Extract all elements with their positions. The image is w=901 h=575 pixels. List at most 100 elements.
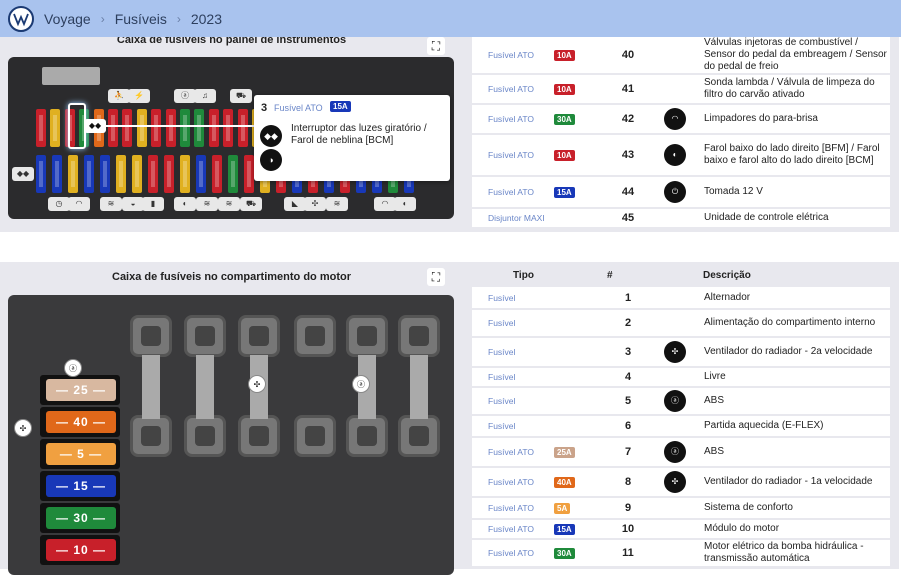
person-icon: ⛹ <box>108 89 130 103</box>
maxi-fuse[interactable]: — 25 — <box>46 379 116 401</box>
fuse-row[interactable]: Fusível ATO 10A 43 ◐ Farol baixo do lado dir… <box>472 134 890 177</box>
breadcrumb-section[interactable]: Fusíveis <box>115 11 167 27</box>
amp-cell: 15A <box>552 519 608 540</box>
light-switch-icon: ◆◆ <box>12 167 34 181</box>
fuse[interactable] <box>122 109 133 147</box>
fuse-row[interactable]: Fusível 4 Livre <box>472 367 890 388</box>
expand-icon[interactable]: ⛶ <box>427 37 445 55</box>
fuse-type: Fusível <box>472 337 552 368</box>
abs-icon: ⓐ <box>64 359 82 377</box>
wiper-icon: ◠ <box>68 197 90 211</box>
icon-cell: ⓐ <box>648 437 702 468</box>
maxi-fuse[interactable]: — 40 — <box>46 411 116 433</box>
fuse[interactable] <box>148 155 158 193</box>
fuse-row[interactable]: Fusível 3 ✣ Ventilador do radiador - 2a vel… <box>472 337 890 368</box>
fuse-type: Fusível ATO <box>472 134 552 177</box>
fuse[interactable] <box>68 155 78 193</box>
fuse[interactable] <box>164 155 174 193</box>
fuse-description: Ventilador do radiador - 1a velocidade <box>702 467 890 498</box>
fuse[interactable] <box>212 155 222 193</box>
maxi-fuse[interactable]: — 5 — <box>46 443 116 465</box>
maxi-fuse[interactable]: — 10 — <box>46 539 116 561</box>
fuse[interactable] <box>237 109 248 147</box>
expand-icon[interactable]: ⛶ <box>427 268 445 286</box>
amp-badge: 30A <box>554 547 575 559</box>
bolt-stud <box>346 315 388 357</box>
column-header-description: Descrição <box>703 270 751 281</box>
fuse-row[interactable]: Fusível ATO 40A 8 ✣ Ventilador do radiador -… <box>472 467 890 498</box>
fuse-row[interactable]: Fusível 6 Partida aquecida (E-FLEX) <box>472 415 890 438</box>
fuse[interactable] <box>116 155 126 193</box>
engine-fuse-table: Fusível 1 Alternador Fusível 2 Alimentação do… <box>472 287 890 568</box>
icon-cell <box>648 208 702 229</box>
light-switch-icon: ◆◆ <box>260 125 282 147</box>
fuse[interactable] <box>244 155 254 193</box>
fuse-row[interactable]: Fusível ATO 30A 42 ◠ Limpadores do para-bris… <box>472 104 890 135</box>
heater-icon: ≋ <box>326 197 348 211</box>
fuse-row[interactable]: Fusível ATO 10A 41 Sonda lambda / Válvula d… <box>472 74 890 105</box>
radio-icon: ♫ <box>194 89 216 103</box>
amp-badge: 15A <box>554 523 575 535</box>
fuse[interactable] <box>52 155 62 193</box>
fuse[interactable] <box>223 109 234 147</box>
abs-icon: ⓐ <box>352 375 370 393</box>
maxi-fuse[interactable]: — 15 — <box>46 475 116 497</box>
fuse[interactable] <box>84 155 94 193</box>
fuse[interactable] <box>50 109 61 147</box>
fuse-number: 8 <box>608 467 648 498</box>
fuse[interactable] <box>36 155 46 193</box>
fuse-type: Fusível ATO <box>472 519 552 540</box>
fuse-row[interactable]: Fusível ATO 10A 40 Válvulas injetoras de co… <box>472 37 890 75</box>
fuse-row[interactable]: Fusível 1 Alternador <box>472 287 890 310</box>
icon-cell: ⏻ <box>648 176 702 209</box>
bolt-stud <box>294 415 336 457</box>
fuse-type: Fusível ATO <box>472 497 552 520</box>
fuse[interactable] <box>151 109 162 147</box>
fuse-row[interactable]: Fusível 5 ⓐ ABS <box>472 387 890 416</box>
breadcrumb-year[interactable]: 2023 <box>191 11 222 27</box>
fuse[interactable] <box>228 155 238 193</box>
fuse-description: Ventilador do radiador - 2a velocidade <box>702 337 890 368</box>
fuse-type: Fusível <box>472 367 552 388</box>
fuse[interactable] <box>196 155 206 193</box>
fuse[interactable] <box>108 109 118 147</box>
fuse-row[interactable]: Fusível ATO 15A 10 Módulo do motor <box>472 519 890 540</box>
car-icon: ⛟ <box>240 197 262 211</box>
vw-logo[interactable] <box>8 5 34 32</box>
fuse-description: Limpadores do para-brisa <box>702 104 890 135</box>
fuse[interactable] <box>100 155 110 193</box>
fan-icon: ✣ <box>664 471 686 493</box>
fuse-row[interactable]: Disjuntor MAXI 45 Unidade de controle elét… <box>472 208 890 229</box>
fuse-row[interactable]: Fusível ATO 5A 9 Sistema de conforto <box>472 497 890 520</box>
heater-icon: ≋ <box>100 197 122 211</box>
maxi-fuse[interactable]: — 30 — <box>46 507 116 529</box>
fuse[interactable] <box>132 155 142 193</box>
low-beam-icon: ◐ <box>394 197 416 211</box>
fuse-description: Alimentação do compartimento interno <box>702 309 890 338</box>
fuse-description: Livre <box>702 367 890 388</box>
fuse-row[interactable]: Fusível ATO 25A 7 ⓐ ABS <box>472 437 890 468</box>
column-header-type: Tipo <box>513 270 534 281</box>
fuse-type: Fusível <box>472 287 552 310</box>
breadcrumb-model[interactable]: Voyage <box>44 11 91 27</box>
fuse[interactable] <box>136 109 147 147</box>
fuse-description: Motor elétrico da bomba hidráulica - tra… <box>702 539 890 568</box>
fuse[interactable] <box>165 109 176 147</box>
fuse[interactable] <box>36 109 46 147</box>
fusebox-diagram-panel: Caixa de fusíveis no compartimento do mo… <box>0 262 463 575</box>
fuse-description: Alternador <box>702 287 890 310</box>
fuse-row[interactable]: Fusível ATO 15A 44 ⏻ Tomada 12 V <box>472 176 890 209</box>
fuse[interactable] <box>180 109 190 147</box>
fuse-row[interactable]: Fusível ATO 30A 11 Motor elétrico da bomba … <box>472 539 890 568</box>
amp-badge: 10A <box>554 49 575 61</box>
icon-cell <box>648 287 702 310</box>
icon-cell <box>648 539 702 568</box>
fuse[interactable] <box>194 109 205 147</box>
icon-cell: ✣ <box>648 467 702 498</box>
fuse-row[interactable]: Fusível 2 Alimentação do compartimento int… <box>472 309 890 338</box>
fuse[interactable] <box>180 155 190 193</box>
amp-cell: 40A <box>552 467 608 498</box>
amp-cell: 15A <box>552 176 608 209</box>
fuse[interactable] <box>208 109 219 147</box>
icon-cell <box>648 74 702 105</box>
